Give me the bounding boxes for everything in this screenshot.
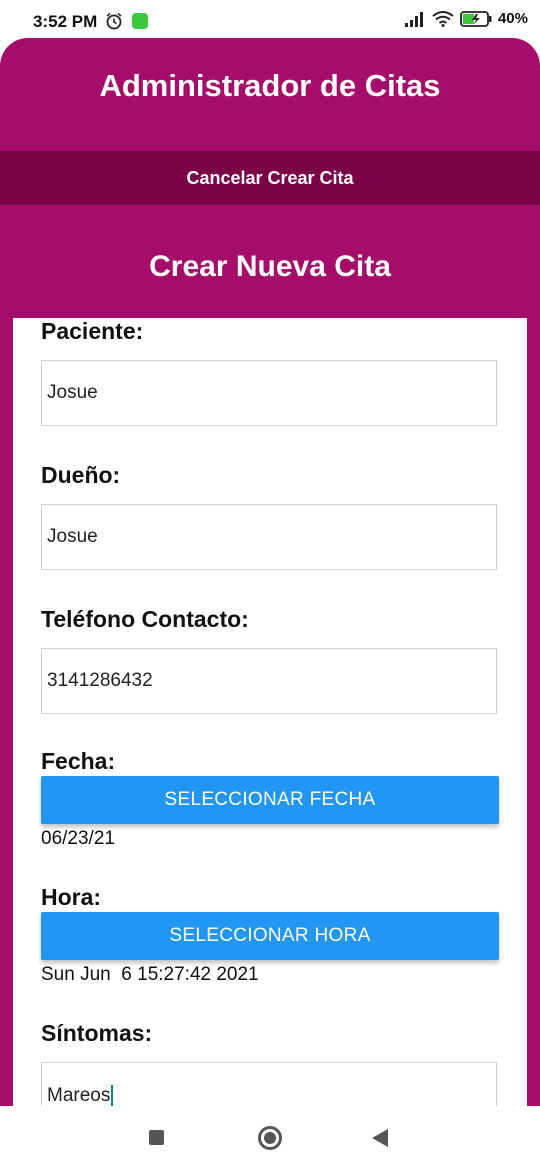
symptoms-text: Mareos: [47, 1085, 111, 1106]
time-value: Sun Jun 6 15:27:42 2021: [41, 964, 259, 985]
battery-icon: [460, 10, 492, 27]
text-cursor: [111, 1085, 114, 1106]
patient-label: Paciente:: [41, 318, 144, 344]
owner-input[interactable]: Josue: [41, 504, 497, 570]
app-title: Administrador de Citas: [99, 68, 441, 103]
cancel-create-button[interactable]: Cancelar Crear Cita: [0, 151, 540, 205]
phone-input[interactable]: 3141286432: [41, 648, 497, 714]
alarm-icon: [106, 12, 122, 30]
home-icon[interactable]: [258, 1126, 282, 1150]
signal-icon: [404, 11, 423, 27]
recents-icon[interactable]: [149, 1130, 164, 1145]
appointment-form: Paciente: Josue Dueño: Josue Teléfono Co…: [13, 318, 527, 1106]
phone-label: Teléfono Contacto:: [41, 606, 249, 632]
select-date-button[interactable]: SELECCIONAR FECHA: [41, 776, 499, 824]
time-label: Hora:: [41, 884, 102, 910]
date-label: Fecha:: [41, 748, 116, 774]
owner-label: Dueño:: [41, 462, 121, 488]
form-title: Crear Nueva Cita: [149, 250, 391, 283]
status-time: 3:52 PM: [33, 12, 98, 31]
status-icons: 40%: [404, 10, 528, 27]
select-time-button[interactable]: SELECCIONAR HORA: [41, 912, 499, 960]
back-icon[interactable]: [372, 1129, 388, 1147]
wifi-icon: [432, 10, 454, 27]
date-value: 06/23/21: [41, 828, 115, 849]
symptoms-input[interactable]: Mareos: [41, 1062, 497, 1106]
symptoms-label: Síntomas:: [41, 1020, 153, 1046]
navigation-bar: [0, 1106, 540, 1170]
app-notification-icon: [132, 13, 148, 29]
battery-percent: 40%: [497, 10, 528, 27]
app-screen: Administrador de Citas Cancelar Crear Ci…: [0, 38, 540, 1106]
patient-input[interactable]: Josue: [41, 360, 497, 426]
